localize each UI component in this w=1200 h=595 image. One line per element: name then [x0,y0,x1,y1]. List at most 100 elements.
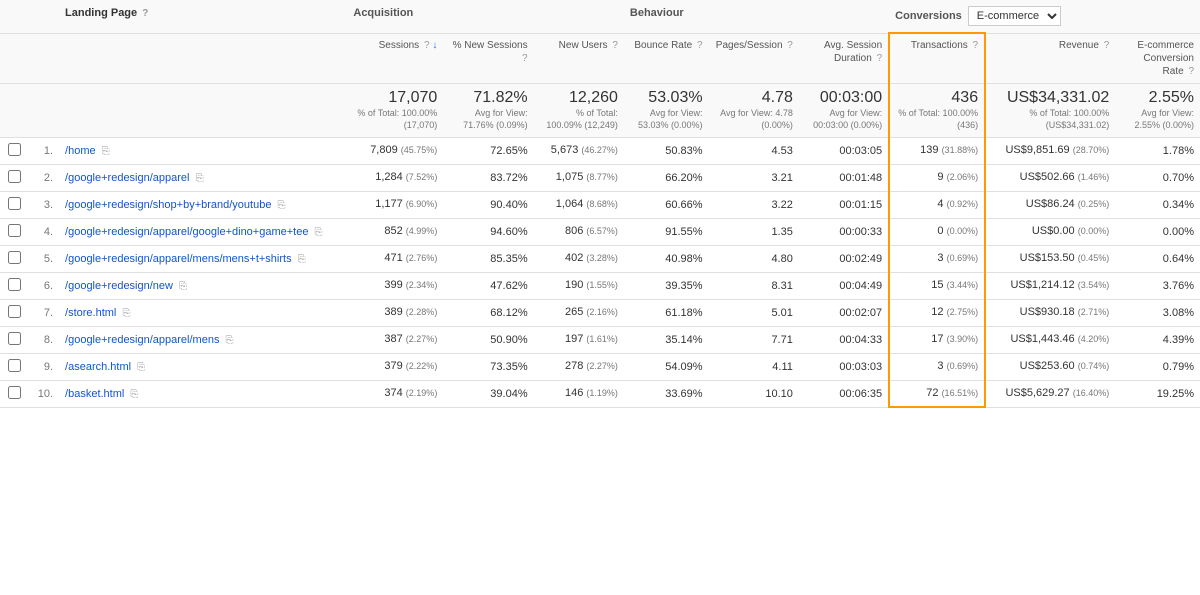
page-link[interactable]: /store.html [65,307,116,319]
copy-icon[interactable]: ⎘ [278,200,286,211]
totals-num-cell [28,83,59,137]
row-new-sessions: 68.12% [443,299,533,326]
row-sessions: 471 (2.76%) [347,245,443,272]
row-checkbox-cell[interactable] [0,272,28,299]
row-checkbox[interactable] [8,305,21,318]
sessions-help-icon[interactable]: ? [424,40,430,51]
page-link[interactable]: /home [65,145,96,157]
avg-session-help-icon[interactable]: ? [877,53,883,64]
row-new-users: 402 (3.28%) [534,245,624,272]
ecommerce-rate-col-header[interactable]: E-commerce Conversion Rate ? [1115,33,1200,83]
copy-icon[interactable]: ⎘ [130,389,138,400]
row-checkbox[interactable] [8,332,21,345]
row-checkbox-cell[interactable] [0,326,28,353]
transactions-label: Transactions [911,40,968,51]
copy-icon[interactable]: ⎘ [196,173,204,184]
revenue-col-header[interactable]: Revenue ? [985,33,1115,83]
row-transactions: 3 (0.69%) [889,353,985,380]
row-checkbox-cell[interactable] [0,218,28,245]
row-ecommerce-rate: 3.76% [1115,272,1200,299]
landing-page-help-icon[interactable]: ? [142,8,148,19]
page-link[interactable]: /google+redesign/apparel/google+dino+gam… [65,226,308,238]
conversions-type-select[interactable]: E-commerce Goals [968,6,1061,26]
row-pages-session: 3.21 [709,164,799,191]
copy-icon[interactable]: ⎘ [315,227,323,238]
row-checkbox[interactable] [8,170,21,183]
transactions-col-header[interactable]: Transactions ? [889,33,985,83]
page-link[interactable]: /google+redesign/apparel/mens [65,334,219,346]
totals-sessions-value: 17,070 [353,89,437,107]
page-link[interactable]: /google+redesign/new [65,280,173,292]
row-num: 7. [28,299,59,326]
table-row: 1. /home ⎘ 7,809 (45.75%) 72.65% 5,673 (… [0,137,1200,164]
row-checkbox-cell[interactable] [0,191,28,218]
totals-revenue-value: US$34,331.02 [992,89,1109,107]
row-checkbox-cell[interactable] [0,380,28,407]
copy-icon[interactable]: ⎘ [102,146,110,157]
bounce-rate-col-header[interactable]: Bounce Rate ? [624,33,709,83]
row-avg-session: 00:02:07 [799,299,889,326]
row-sessions: 389 (2.28%) [347,299,443,326]
row-page: /google+redesign/apparel/google+dino+gam… [59,218,347,245]
new-users-col-header[interactable]: New Users ? [534,33,624,83]
row-num: 3. [28,191,59,218]
row-num: 10. [28,380,59,407]
row-checkbox[interactable] [8,386,21,399]
row-checkbox[interactable] [8,251,21,264]
table-row: 10. /basket.html ⎘ 374 (2.19%) 39.04% 14… [0,380,1200,407]
table-row: 3. /google+redesign/shop+by+brand/youtub… [0,191,1200,218]
copy-icon[interactable]: ⎘ [122,308,130,319]
table-row: 4. /google+redesign/apparel/google+dino+… [0,218,1200,245]
table-row: 9. /asearch.html ⎘ 379 (2.22%) 73.35% 27… [0,353,1200,380]
new-sessions-col-header[interactable]: % New Sessions ? [443,33,533,83]
page-link[interactable]: /google+redesign/apparel/mens/mens+t+shi… [65,253,292,265]
row-checkbox[interactable] [8,224,21,237]
copy-icon[interactable]: ⎘ [137,362,145,373]
pages-session-col-header[interactable]: Pages/Session ? [709,33,799,83]
sessions-sort-icon[interactable]: ↓ [432,40,437,51]
page-link[interactable]: /basket.html [65,388,124,400]
copy-icon[interactable]: ⎘ [298,254,306,265]
table-row: 7. /store.html ⎘ 389 (2.28%) 68.12% 265 … [0,299,1200,326]
row-pages-session: 10.10 [709,380,799,407]
new-users-help-icon[interactable]: ? [612,40,618,51]
row-new-sessions: 83.72% [443,164,533,191]
copy-icon[interactable]: ⎘ [179,281,187,292]
row-checkbox-cell[interactable] [0,299,28,326]
pages-session-help-icon[interactable]: ? [787,40,793,51]
page-link[interactable]: /asearch.html [65,361,131,373]
totals-bounce-cell: 53.03% Avg for View: 53.03% (0.00%) [624,83,709,137]
row-pages-session: 4.53 [709,137,799,164]
row-num: 5. [28,245,59,272]
row-checkbox[interactable] [8,143,21,156]
row-checkbox-cell[interactable] [0,353,28,380]
sessions-col-header[interactable]: Sessions ? ↓ [347,33,443,83]
ecommerce-rate-help-icon[interactable]: ? [1188,66,1194,77]
row-revenue: US$253.60 (0.74%) [985,353,1115,380]
avg-session-col-header[interactable]: Avg. Session Duration ? [799,33,889,83]
num-header [28,0,59,33]
row-checkbox[interactable] [8,197,21,210]
row-checkbox-cell[interactable] [0,137,28,164]
row-new-users: 190 (1.55%) [534,272,624,299]
transactions-help-icon[interactable]: ? [973,40,979,51]
new-sessions-help-icon[interactable]: ? [522,53,528,64]
bounce-rate-help-icon[interactable]: ? [697,40,703,51]
row-transactions: 12 (2.75%) [889,299,985,326]
row-revenue: US$502.66 (1.46%) [985,164,1115,191]
row-revenue: US$5,629.27 (16.40%) [985,380,1115,407]
row-checkbox-cell[interactable] [0,245,28,272]
row-checkbox[interactable] [8,359,21,372]
copy-icon[interactable]: ⎘ [226,335,234,346]
revenue-help-icon[interactable]: ? [1104,40,1110,51]
row-pages-session: 4.11 [709,353,799,380]
totals-ecommerce-cell: 2.55% Avg for View: 2.55% (0.00%) [1115,83,1200,137]
row-new-users: 265 (2.16%) [534,299,624,326]
row-transactions: 17 (3.90%) [889,326,985,353]
page-link[interactable]: /google+redesign/shop+by+brand/youtube [65,199,271,211]
row-checkbox-cell[interactable] [0,164,28,191]
row-checkbox[interactable] [8,278,21,291]
row-avg-session: 00:04:49 [799,272,889,299]
row-sessions: 374 (2.19%) [347,380,443,407]
page-link[interactable]: /google+redesign/apparel [65,172,189,184]
